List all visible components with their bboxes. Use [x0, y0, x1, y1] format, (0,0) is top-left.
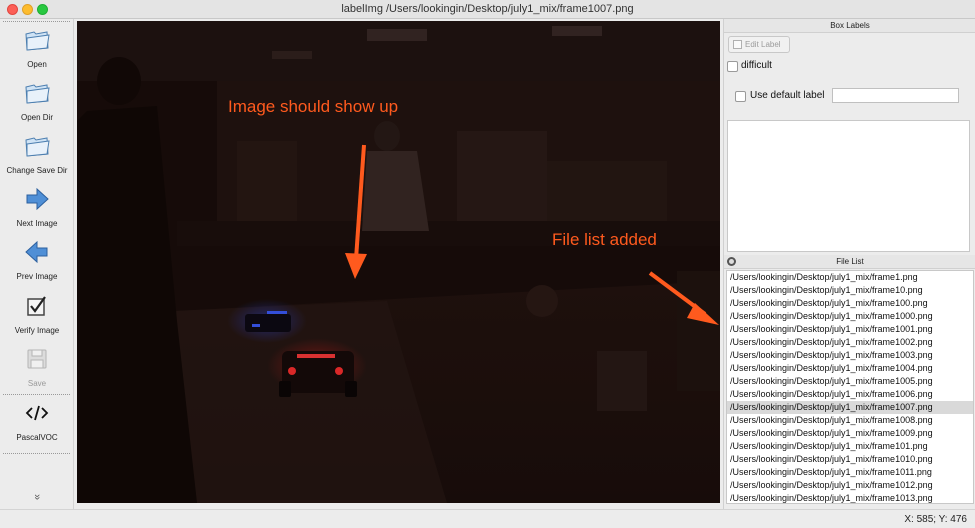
- floppy-icon: [27, 349, 47, 369]
- file-list-item[interactable]: /Users/lookingin/Desktop/july1_mix/frame…: [727, 336, 973, 349]
- change-save-dir-label: Change Save Dir: [6, 166, 68, 175]
- folder-icon: [25, 137, 50, 157]
- file-list-item[interactable]: /Users/lookingin/Desktop/july1_mix/frame…: [727, 271, 973, 284]
- file-list-item[interactable]: /Users/lookingin/Desktop/july1_mix/frame…: [727, 466, 973, 479]
- image-canvas[interactable]: Image should show up File list added: [77, 21, 720, 503]
- code-icon: [25, 405, 49, 421]
- open-dir-label: Open Dir: [20, 113, 53, 122]
- toolbar-divider: [3, 21, 70, 22]
- use-default-label-checkbox[interactable]: [735, 91, 746, 102]
- edit-icon: [733, 40, 742, 49]
- edit-label-text: Edit Label: [745, 40, 781, 49]
- right-dock: Box Labels Edit Label difficult Use defa…: [723, 19, 975, 509]
- file-list-item[interactable]: /Users/lookingin/Desktop/july1_mix/frame…: [727, 284, 973, 297]
- box-labels-title: Box Labels: [724, 19, 975, 33]
- toolbar-divider: [3, 394, 70, 395]
- label-list[interactable]: [727, 120, 970, 252]
- prev-image-button[interactable]: Prev Image: [0, 238, 74, 281]
- pascalvoc-label: PascalVOC: [16, 433, 58, 442]
- prev-image-label: Prev Image: [16, 272, 58, 281]
- checkbox-icon: [27, 296, 46, 316]
- arrow-right-icon: [26, 187, 49, 211]
- file-list-item[interactable]: /Users/lookingin/Desktop/july1_mix/frame…: [727, 349, 973, 362]
- save-button[interactable]: Save: [0, 345, 74, 388]
- next-image-button[interactable]: Next Image: [0, 185, 74, 228]
- difficult-label: difficult: [741, 60, 772, 71]
- file-list-item[interactable]: /Users/lookingin/Desktop/july1_mix/frame…: [727, 401, 973, 414]
- open-label: Open: [27, 60, 47, 69]
- change-save-dir-button[interactable]: Change Save Dir: [0, 132, 74, 175]
- arrow-left-icon: [25, 240, 48, 264]
- file-list[interactable]: /Users/lookingin/Desktop/july1_mix/frame…: [726, 270, 974, 504]
- annotation-file-list-added: File list added: [552, 230, 657, 249]
- folder-icon: [25, 31, 50, 51]
- title-bar: labelImg /Users/lookingin/Desktop/july1_…: [0, 0, 975, 19]
- default-label-input[interactable]: [832, 88, 959, 103]
- verify-image-label: Verify Image: [14, 326, 60, 335]
- window-title: labelImg /Users/lookingin/Desktop/july1_…: [341, 3, 634, 15]
- open-dir-button[interactable]: Open Dir: [0, 79, 74, 122]
- file-list-item[interactable]: /Users/lookingin/Desktop/july1_mix/frame…: [727, 440, 973, 453]
- file-list-item[interactable]: /Users/lookingin/Desktop/july1_mix/frame…: [727, 310, 973, 323]
- edit-label-button[interactable]: Edit Label: [728, 36, 790, 53]
- pascalvoc-button[interactable]: PascalVOC: [0, 399, 74, 442]
- file-list-item[interactable]: /Users/lookingin/Desktop/july1_mix/frame…: [727, 375, 973, 388]
- difficult-checkbox[interactable]: [727, 61, 738, 72]
- file-list-item[interactable]: /Users/lookingin/Desktop/july1_mix/frame…: [727, 427, 973, 440]
- annotation-image-should-show-up: Image should show up: [228, 97, 399, 116]
- next-image-label: Next Image: [16, 219, 58, 228]
- toolbar-divider: [3, 453, 70, 454]
- annotation-arrow-right: [648, 271, 719, 325]
- file-list-item[interactable]: /Users/lookingin/Desktop/july1_mix/frame…: [727, 323, 973, 336]
- cursor-coordinates: X: 585; Y: 476: [904, 514, 967, 525]
- annotation-arrow-down: [345, 144, 367, 279]
- file-list-item[interactable]: /Users/lookingin/Desktop/july1_mix/frame…: [727, 492, 973, 503]
- verify-image-button[interactable]: Verify Image: [0, 292, 74, 335]
- status-bar: X: 585; Y: 476: [0, 509, 975, 528]
- file-list-item[interactable]: /Users/lookingin/Desktop/july1_mix/frame…: [727, 362, 973, 375]
- file-list-item[interactable]: /Users/lookingin/Desktop/july1_mix/frame…: [727, 297, 973, 310]
- file-list-item[interactable]: /Users/lookingin/Desktop/july1_mix/frame…: [727, 388, 973, 401]
- open-button[interactable]: Open: [0, 26, 74, 69]
- file-list-header: File List: [724, 255, 975, 269]
- scene-image: [77, 21, 720, 503]
- toolbar: Open Open Dir Change Save Dir Next Image…: [0, 19, 74, 509]
- use-default-label-text: Use default label: [750, 90, 825, 101]
- file-list-title: File List: [836, 257, 864, 266]
- folder-icon: [25, 84, 50, 104]
- undock-icon[interactable]: [727, 257, 736, 266]
- file-list-item[interactable]: /Users/lookingin/Desktop/july1_mix/frame…: [727, 453, 973, 466]
- file-list-item[interactable]: /Users/lookingin/Desktop/july1_mix/frame…: [727, 414, 973, 427]
- save-label: Save: [27, 379, 47, 388]
- file-list-item[interactable]: /Users/lookingin/Desktop/july1_mix/frame…: [727, 479, 973, 492]
